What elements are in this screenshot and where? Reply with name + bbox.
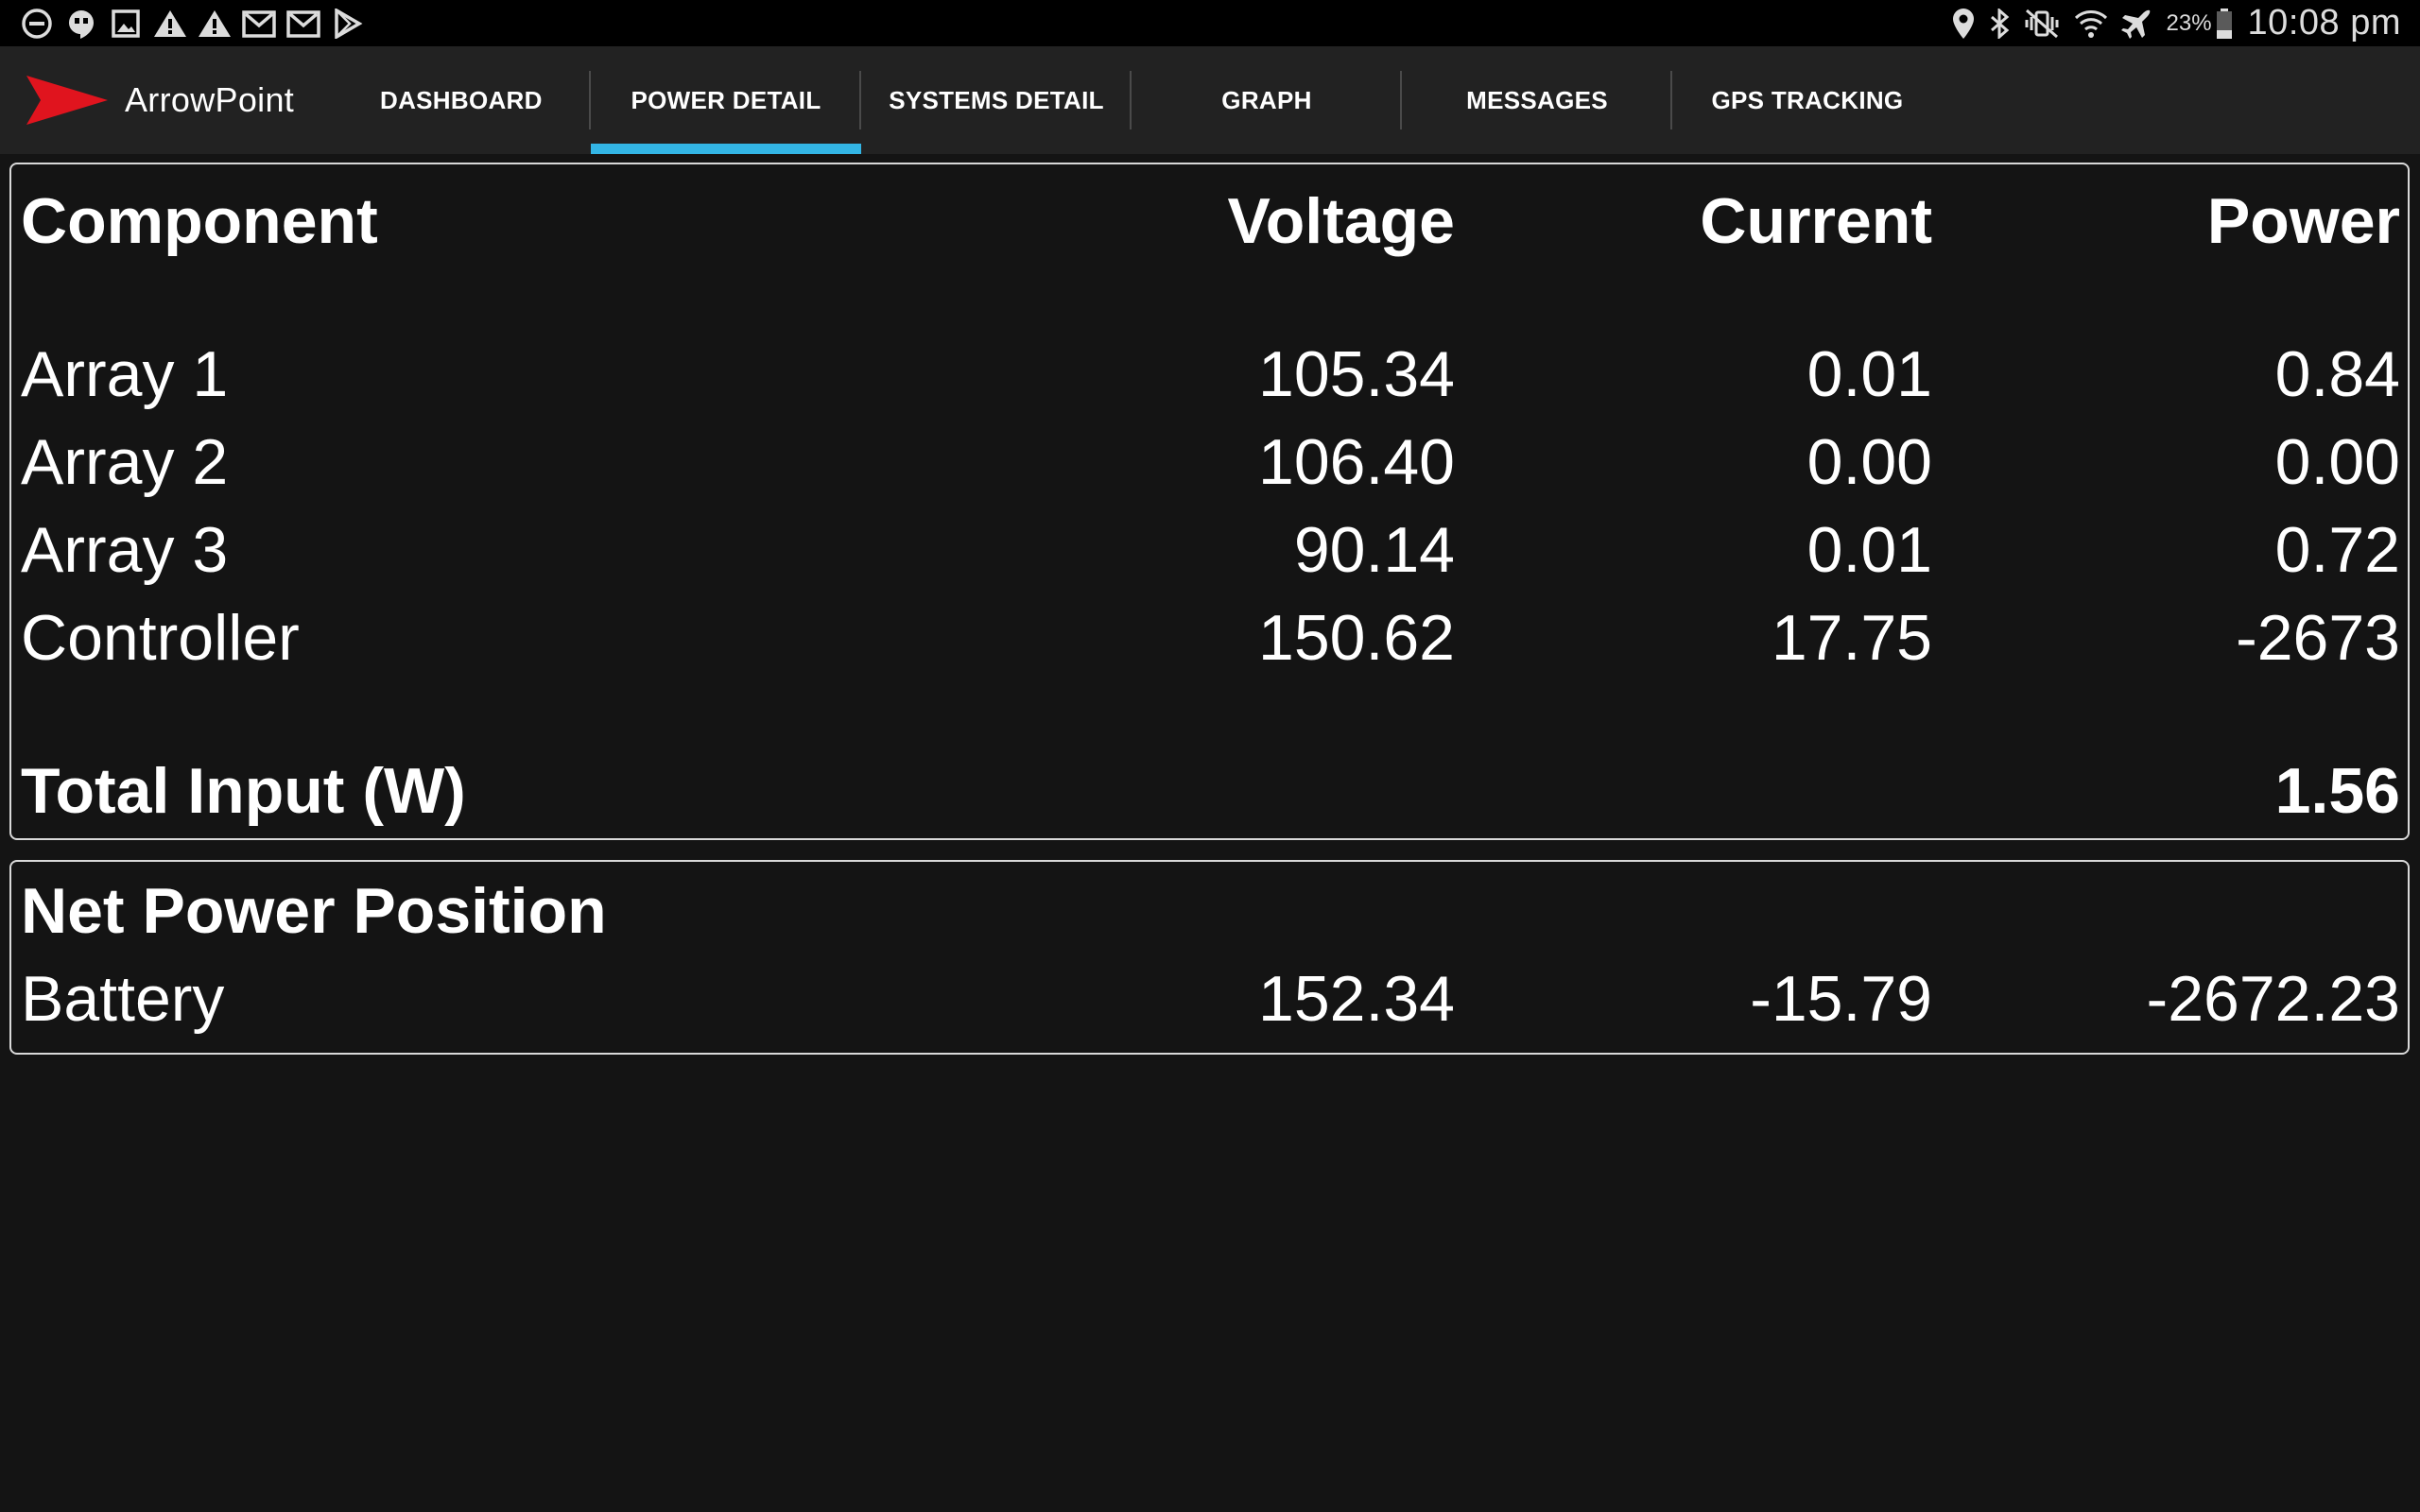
hangouts-icon <box>63 6 99 42</box>
battery-row: Battery 152.34 -15.79 -2672.23 <box>11 961 2408 1037</box>
battery-icon <box>2216 6 2233 42</box>
status-bar: 23% 10:08 pm <box>0 0 2420 46</box>
component-name: Controller <box>21 602 300 674</box>
power-value: -2673 <box>2236 602 2400 674</box>
table-header-row: Component Voltage Current Power <box>11 183 2408 259</box>
total-input-row: Total Input (W) 1.56 <box>11 753 2408 829</box>
warning-icon <box>197 6 233 42</box>
wifi-icon <box>2074 6 2108 42</box>
column-header-current: Current <box>1700 185 1932 257</box>
warning-icon <box>152 6 188 42</box>
tab-bar: DASHBOARD POWER DETAIL SYSTEMS DETAIL GR… <box>364 46 1943 154</box>
table-row: Array 2 106.40 0.00 0.00 <box>11 424 2408 500</box>
bluetooth-icon <box>1989 6 2010 42</box>
current-value: 0.00 <box>1806 426 1932 498</box>
table-row: Array 1 105.34 0.01 0.84 <box>11 336 2408 412</box>
table-row: Array 3 90.14 0.01 0.72 <box>11 512 2408 588</box>
column-header-component: Component <box>21 185 378 257</box>
tab-label: GPS TRACKING <box>1711 85 1904 114</box>
notification-icons <box>19 6 374 42</box>
gmail-icon <box>285 6 321 42</box>
battery-current: -15.79 <box>1750 963 1932 1035</box>
column-header-voltage: Voltage <box>1227 185 1455 257</box>
tab-graph[interactable]: GRAPH <box>1132 46 1402 154</box>
net-power-panel: Net Power Position Battery 152.34 -15.79… <box>9 860 2410 1055</box>
tab-label: DASHBOARD <box>380 85 543 114</box>
battery-percent: 23% <box>2166 9 2212 36</box>
total-input-label: Total Input (W) <box>21 755 466 827</box>
tab-systems-detail[interactable]: SYSTEMS DETAIL <box>861 46 1132 154</box>
tab-gps-tracking[interactable]: GPS TRACKING <box>1672 46 1943 154</box>
power-detail-panel: Component Voltage Current Power Array 1 … <box>9 163 2410 840</box>
battery-voltage: 152.34 <box>1258 963 1455 1035</box>
gmail-icon <box>241 6 277 42</box>
power-value: 0.72 <box>2274 514 2400 586</box>
app-title: ArrowPoint <box>125 80 295 119</box>
battery-power: -2672.23 <box>2146 963 2400 1035</box>
tab-dashboard[interactable]: DASHBOARD <box>364 46 591 154</box>
component-name: Array 3 <box>21 514 229 586</box>
gallery-icon <box>108 6 144 42</box>
voltage-value: 90.14 <box>1293 514 1455 586</box>
table-row: Controller 150.62 17.75 -2673 <box>11 600 2408 676</box>
column-header-power: Power <box>2206 185 2400 257</box>
voltage-value: 150.62 <box>1258 602 1455 674</box>
net-power-title-row: Net Power Position <box>11 873 2408 949</box>
tab-label: POWER DETAIL <box>631 85 821 114</box>
tab-divider <box>589 71 591 129</box>
active-tab-indicator <box>591 144 861 154</box>
current-value: 0.01 <box>1806 514 1932 586</box>
current-value: 17.75 <box>1771 602 1932 674</box>
app-bar: ArrowPoint DASHBOARD POWER DETAIL SYSTEM… <box>0 46 2420 154</box>
net-power-title: Net Power Position <box>21 875 607 947</box>
tab-power-detail[interactable]: POWER DETAIL <box>589 46 861 154</box>
current-value: 0.01 <box>1806 338 1932 410</box>
tab-label: SYSTEMS DETAIL <box>889 85 1104 114</box>
clock: 10:08 pm <box>2247 3 2401 43</box>
power-value: 0.84 <box>2274 338 2400 410</box>
do-not-disturb-icon <box>19 6 55 42</box>
tab-messages[interactable]: MESSAGES <box>1402 46 1672 154</box>
tab-label: GRAPH <box>1221 85 1312 114</box>
system-status-icons: 23% 10:08 pm <box>1938 3 2402 43</box>
airplane-mode-icon <box>2120 6 2153 42</box>
tab-label: MESSAGES <box>1466 85 1608 114</box>
power-value: 0.00 <box>2274 426 2400 498</box>
total-input-value: 1.56 <box>2274 755 2400 827</box>
voltage-value: 105.34 <box>1258 338 1455 410</box>
component-name: Array 2 <box>21 426 229 498</box>
arrowpoint-logo-icon <box>26 76 108 125</box>
voltage-value: 106.40 <box>1258 426 1455 498</box>
battery-label: Battery <box>21 963 225 1035</box>
brand: ArrowPoint <box>0 46 364 154</box>
component-name: Array 1 <box>21 338 229 410</box>
play-store-icon <box>330 6 366 42</box>
vibrate-mute-icon <box>2023 6 2061 42</box>
location-icon <box>1951 6 1976 42</box>
